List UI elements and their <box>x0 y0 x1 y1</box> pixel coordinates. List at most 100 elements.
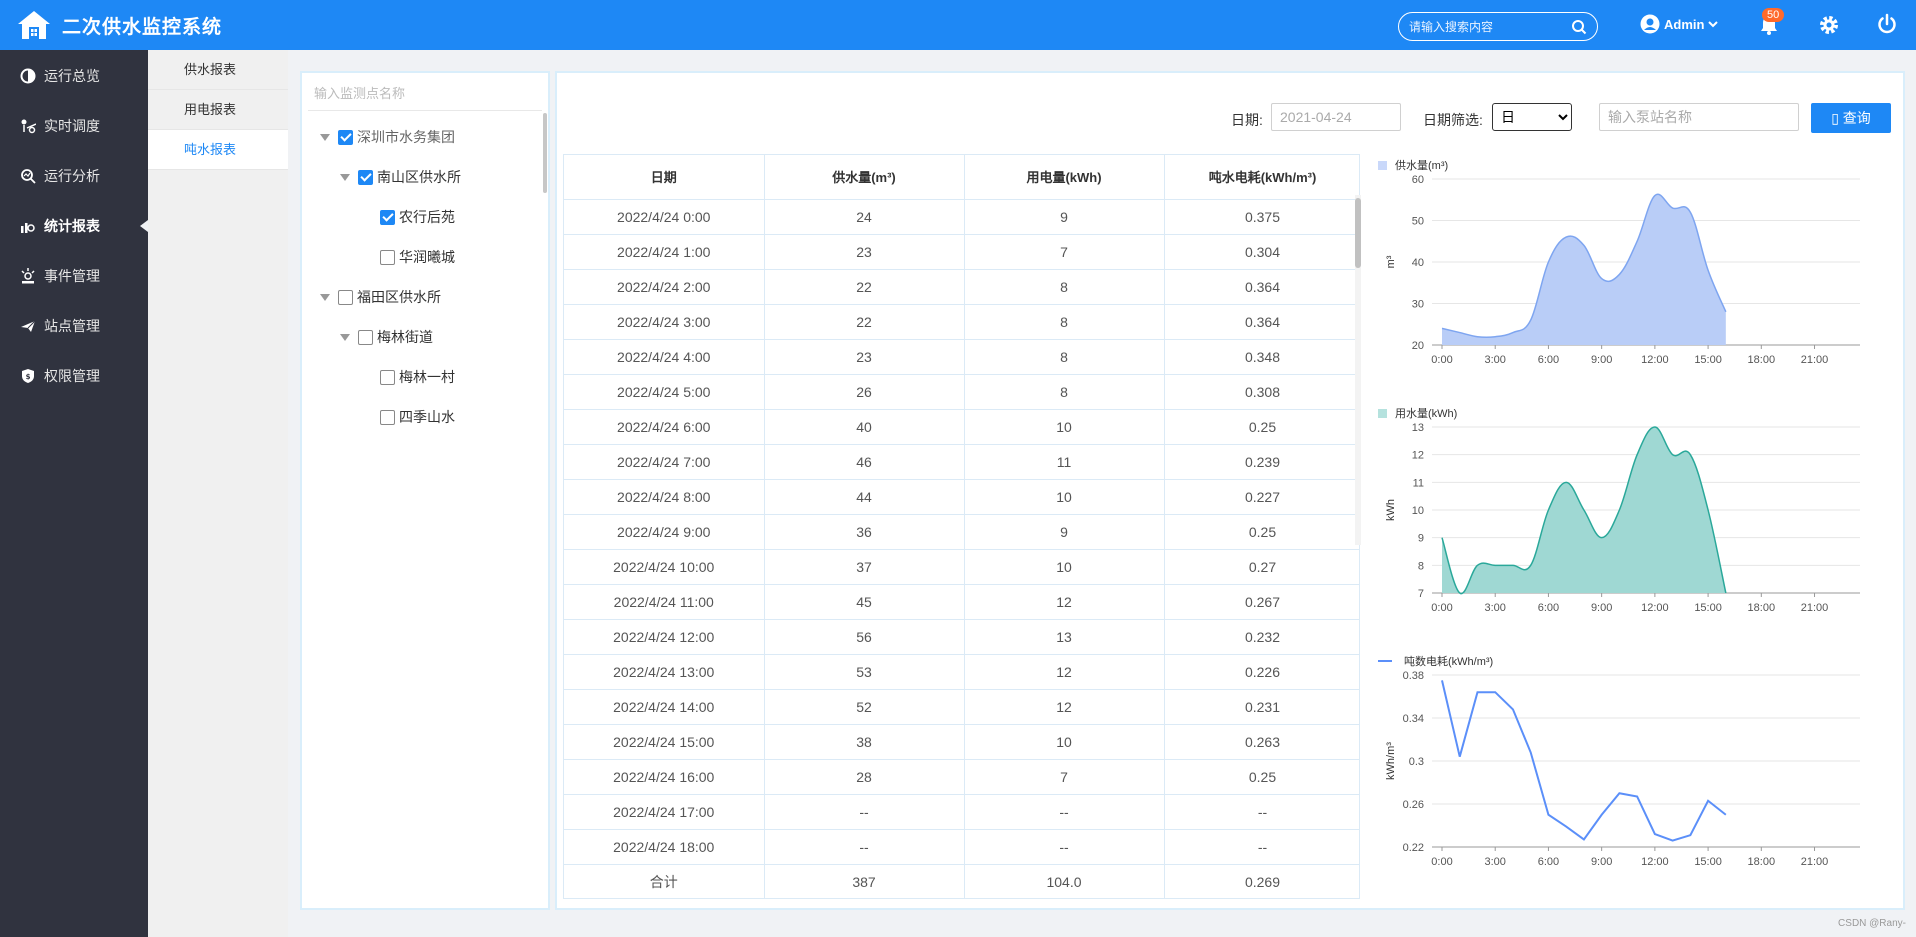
data-point[interactable] <box>1653 425 1657 429</box>
table-row[interactable]: 2022/4/24 14:00 52 12 0.231 <box>564 689 1359 725</box>
data-point[interactable] <box>1671 839 1675 843</box>
data-point[interactable] <box>1511 563 1515 567</box>
table-row[interactable]: 2022/4/24 9:00 36 9 0.25 <box>564 514 1359 550</box>
data-point[interactable] <box>1440 326 1444 330</box>
table-row[interactable]: 2022/4/24 8:00 44 10 0.227 <box>564 479 1359 515</box>
data-point[interactable] <box>1706 508 1710 512</box>
expand-caret-icon[interactable] <box>340 333 350 341</box>
tree-checkbox[interactable] <box>380 409 395 425</box>
data-point[interactable] <box>1635 239 1639 243</box>
data-point[interactable] <box>1635 794 1639 798</box>
data-point[interactable] <box>1511 707 1515 711</box>
table-row[interactable]: 2022/4/24 13:00 53 12 0.226 <box>564 654 1359 690</box>
chart-legend[interactable]: 吨数电耗(kWh/m³) <box>1378 653 1493 669</box>
query-button[interactable]: ▯ 查询 <box>1811 103 1891 133</box>
expand-caret-icon[interactable] <box>320 293 330 301</box>
chart-legend[interactable]: 供水量(m³) <box>1378 157 1448 173</box>
data-point[interactable] <box>1671 206 1675 210</box>
data-point[interactable] <box>1724 813 1728 817</box>
tree-node-meilin[interactable]: 梅林街道 <box>340 327 433 347</box>
tree-node-nonghang[interactable]: 农行后苑 <box>380 207 455 227</box>
tree-checkbox[interactable] <box>358 329 373 345</box>
table-row[interactable]: 2022/4/24 17:00 -- -- -- <box>564 794 1359 830</box>
submenu-ton-water-report[interactable]: 吨水报表 <box>148 130 288 170</box>
table-row[interactable]: 2022/4/24 15:00 38 10 0.263 <box>564 724 1359 760</box>
tree-node-siji[interactable]: 四季山水 <box>380 407 455 427</box>
search-icon[interactable] <box>1571 19 1587 35</box>
power-icon[interactable] <box>1876 13 1898 35</box>
table-row[interactable]: 2022/4/24 16:00 28 7 0.25 <box>564 759 1359 795</box>
tree-search[interactable] <box>308 77 542 111</box>
data-point[interactable] <box>1529 750 1533 754</box>
chart-legend[interactable]: 用水量(kWh) <box>1378 405 1457 421</box>
data-point[interactable] <box>1564 235 1568 239</box>
table-row[interactable]: 2022/4/24 2:00 22 8 0.364 <box>564 269 1359 305</box>
data-point[interactable] <box>1493 335 1497 339</box>
table-row[interactable]: 2022/4/24 7:00 46 11 0.239 <box>564 444 1359 480</box>
global-search[interactable] <box>1398 12 1598 41</box>
sidebar-item-overview[interactable]: 运行总览 <box>0 51 148 101</box>
expand-caret-icon[interactable] <box>340 173 350 181</box>
tree-checkbox[interactable] <box>380 369 395 385</box>
data-point[interactable] <box>1458 331 1462 335</box>
table-row[interactable]: 2022/4/24 10:00 37 10 0.27 <box>564 549 1359 585</box>
tree-checkbox[interactable] <box>338 289 353 305</box>
tree-node-nanshan[interactable]: 南山区供水所 <box>340 167 461 187</box>
data-point[interactable] <box>1546 813 1550 817</box>
data-point[interactable] <box>1475 690 1479 694</box>
table-row[interactable]: 2022/4/24 6:00 40 10 0.25 <box>564 409 1359 445</box>
table-row[interactable]: 2022/4/24 12:00 56 13 0.232 <box>564 619 1359 655</box>
data-point[interactable] <box>1600 277 1604 281</box>
data-point[interactable] <box>1493 690 1497 694</box>
table-row[interactable]: 2022/4/24 4:00 23 8 0.348 <box>564 339 1359 375</box>
data-point[interactable] <box>1564 480 1568 484</box>
data-point[interactable] <box>1440 678 1444 682</box>
brand[interactable]: 二次供水监控系统 <box>0 9 300 41</box>
data-point[interactable] <box>1475 563 1479 567</box>
submenu-supply-report[interactable]: 供水报表 <box>148 50 288 90</box>
data-point[interactable] <box>1546 260 1550 264</box>
gear-icon[interactable] <box>1818 14 1840 36</box>
data-point[interactable] <box>1688 210 1692 214</box>
data-point[interactable] <box>1546 508 1550 512</box>
data-point[interactable] <box>1600 813 1604 817</box>
table-row[interactable]: 2022/4/24 3:00 22 8 0.364 <box>564 304 1359 340</box>
sidebar-item-reports[interactable]: 统计报表 <box>0 201 148 251</box>
tree-scrollbar[interactable] <box>543 113 547 193</box>
data-point[interactable] <box>1635 453 1639 457</box>
data-point[interactable] <box>1688 833 1692 837</box>
tree-node-meilin-1[interactable]: 梅林一村 <box>380 367 455 387</box>
data-point[interactable] <box>1582 837 1586 841</box>
sidebar-item-events[interactable]: 事件管理 <box>0 251 148 301</box>
tree-node-huarun[interactable]: 华润曦城 <box>380 247 455 267</box>
user-menu[interactable]: Admin <box>1640 14 1719 34</box>
data-point[interactable] <box>1617 508 1621 512</box>
table-row[interactable]: 2022/4/24 18:00 -- -- -- <box>564 829 1359 865</box>
data-point[interactable] <box>1440 536 1444 540</box>
data-point[interactable] <box>1653 832 1657 836</box>
data-point[interactable] <box>1529 318 1533 322</box>
sidebar-item-permissions[interactable]: $ 权限管理 <box>0 351 148 401</box>
period-select[interactable]: 日 <box>1492 103 1572 131</box>
data-point[interactable] <box>1458 591 1462 595</box>
data-point[interactable] <box>1582 508 1586 512</box>
date-input[interactable] <box>1271 103 1401 131</box>
tree-checkbox[interactable] <box>380 209 395 225</box>
expand-caret-icon[interactable] <box>320 133 330 141</box>
data-point[interactable] <box>1493 563 1497 567</box>
data-point[interactable] <box>1458 755 1462 759</box>
data-point[interactable] <box>1600 536 1604 540</box>
table-row[interactable]: 2022/4/24 5:00 26 8 0.308 <box>564 374 1359 410</box>
data-point[interactable] <box>1617 791 1621 795</box>
data-point[interactable] <box>1706 799 1710 803</box>
sidebar-item-dispatch[interactable]: 实时调度 <box>0 101 148 151</box>
tree-checkbox[interactable] <box>380 249 395 265</box>
data-point[interactable] <box>1706 268 1710 272</box>
data-point[interactable] <box>1511 331 1515 335</box>
search-input[interactable] <box>1409 19 1569 34</box>
tree-search-input[interactable] <box>314 86 542 101</box>
tree-node-shenzhen-water[interactable]: 深圳市水务集团 <box>320 127 455 147</box>
table-scrollbar-thumb[interactable] <box>1355 198 1361 268</box>
data-point[interactable] <box>1564 825 1568 829</box>
tree-node-futian[interactable]: 福田区供水所 <box>320 287 441 307</box>
